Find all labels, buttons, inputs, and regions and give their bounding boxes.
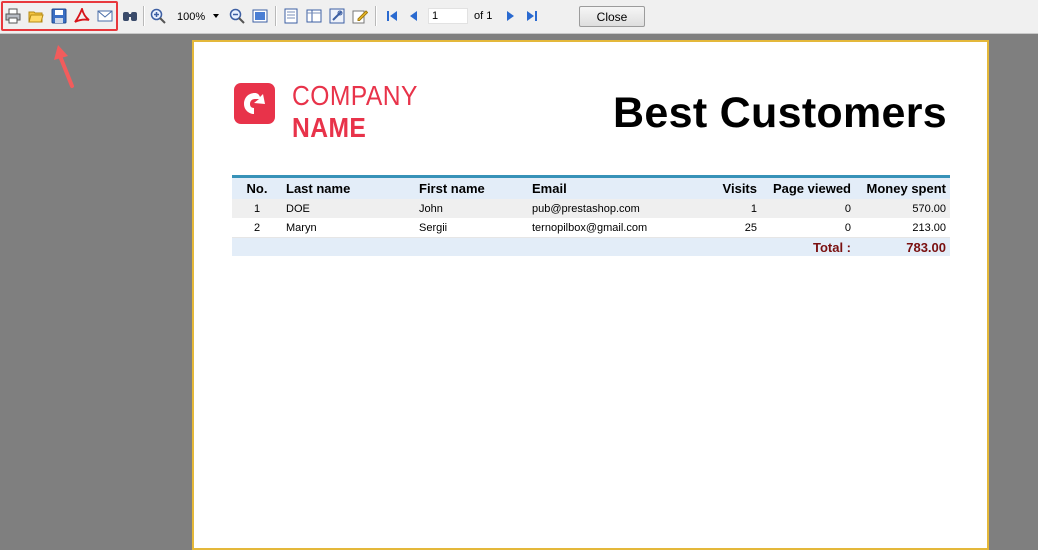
report-page: COMPANY NAME Best Customers No. Last nam… — [192, 40, 989, 550]
cell-page-viewed: 0 — [761, 199, 855, 218]
column-header: Last name — [282, 178, 415, 199]
cell-last-name: DOE — [282, 199, 415, 218]
column-header: Email — [528, 178, 700, 199]
cell-page-viewed: 0 — [761, 218, 855, 238]
chevron-down-icon — [213, 14, 219, 18]
cell-money-spent: 570.00 — [855, 199, 950, 218]
zoom-in-icon[interactable] — [149, 7, 167, 25]
find-icon[interactable] — [121, 7, 139, 25]
report-title: Best Customers — [613, 89, 947, 137]
cell-visits: 1 — [700, 199, 761, 218]
fit-page-icon[interactable] — [251, 7, 269, 25]
two-page-icon[interactable] — [305, 7, 323, 25]
total-value: 783.00 — [855, 237, 950, 256]
column-header: No. — [232, 178, 282, 199]
edit-icon[interactable] — [351, 7, 369, 25]
toolbar-separator — [375, 6, 377, 26]
company-logo-icon — [234, 83, 275, 124]
export-buttons-highlight — [1, 1, 118, 31]
page-number-input[interactable] — [428, 8, 468, 24]
cell-first-name: Sergii — [415, 218, 528, 238]
cell-money-spent: 213.00 — [855, 218, 950, 238]
report-viewer-toolbar: 100% of 1 Close — [0, 0, 1038, 34]
zoom-out-icon[interactable] — [228, 7, 246, 25]
table-row: 2 Maryn Sergii ternopilbox@gmail.com 25 … — [232, 218, 950, 238]
cell-visits: 25 — [700, 218, 761, 238]
page-count-label: of 1 — [474, 10, 493, 22]
prev-page-icon[interactable] — [405, 7, 423, 25]
close-button[interactable]: Close — [579, 6, 645, 27]
company-name-line1: COMPANY — [292, 80, 418, 111]
zoom-value: 100% — [177, 10, 206, 23]
column-header: Money spent — [855, 178, 950, 199]
annotation-arrow-icon — [54, 45, 74, 88]
cell-no: 2 — [232, 218, 282, 238]
column-header: Visits — [700, 178, 761, 199]
cell-email: ternopilbox@gmail.com — [528, 218, 700, 238]
single-page-icon[interactable] — [282, 7, 300, 25]
customers-table: No. Last name First name Email Visits Pa… — [232, 175, 950, 256]
toolbar-separator — [275, 6, 277, 26]
company-name-line2: NAME — [292, 112, 367, 143]
cell-no: 1 — [232, 199, 282, 218]
cell-first-name: John — [415, 199, 528, 218]
last-page-icon[interactable] — [523, 7, 541, 25]
zoom-select[interactable]: 100% — [174, 8, 222, 25]
cell-email: pub@prestashop.com — [528, 199, 700, 218]
column-header: First name — [415, 178, 528, 199]
toolbar-separator — [143, 6, 145, 26]
table-total-row: Total : 783.00 — [232, 237, 950, 256]
total-label: Total : — [761, 237, 855, 256]
table-header-row: No. Last name First name Email Visits Pa… — [232, 178, 950, 199]
first-page-icon[interactable] — [383, 7, 401, 25]
table-row: 1 DOE John pub@prestashop.com 1 0 570.00 — [232, 199, 950, 218]
column-header: Page viewed — [761, 178, 855, 199]
cell-last-name: Maryn — [282, 218, 415, 238]
next-page-icon[interactable] — [501, 7, 519, 25]
settings-icon[interactable] — [328, 7, 346, 25]
